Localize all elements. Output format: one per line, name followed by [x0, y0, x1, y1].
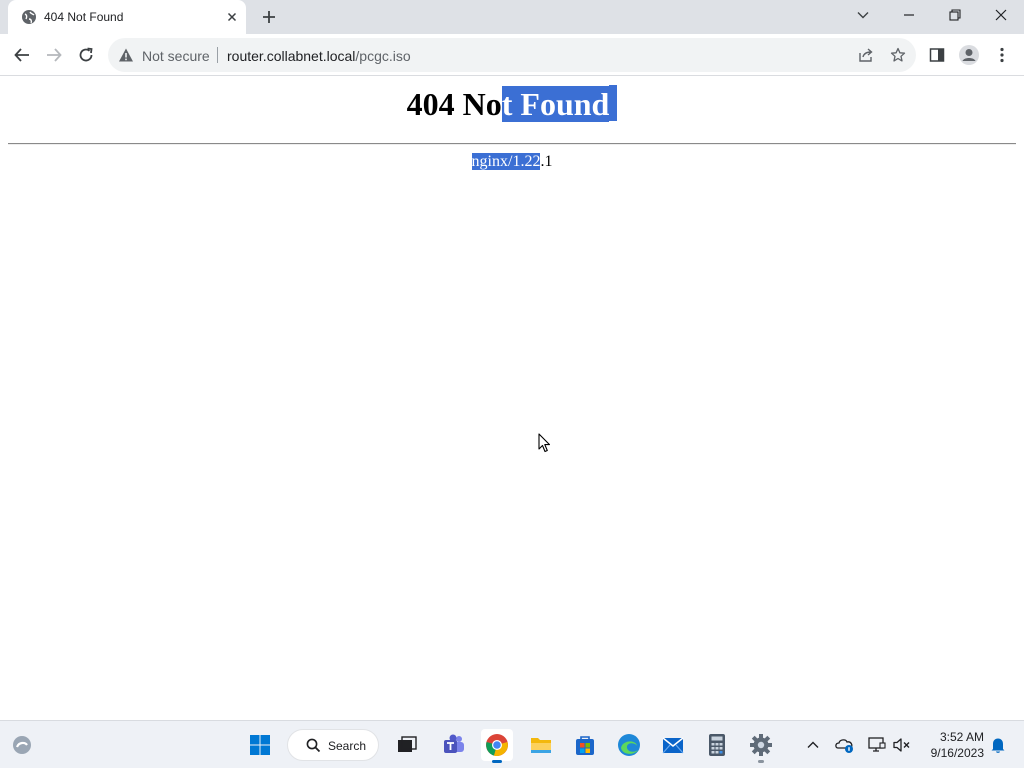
heading-selected-text: t Found	[501, 86, 610, 122]
taskbar-search[interactable]: Search	[287, 729, 379, 761]
clock-date: 9/16/2023	[930, 746, 984, 760]
address-bar[interactable]: Not secure router.collabnet.local/pcgc.i…	[108, 38, 916, 72]
mail-icon[interactable]	[657, 729, 689, 761]
restore-button[interactable]	[932, 0, 978, 30]
settings-gear-icon[interactable]	[745, 729, 777, 763]
menu-kebab-icon[interactable]	[989, 42, 1015, 68]
active-app-indicator	[492, 760, 502, 763]
server-text: .1	[540, 153, 553, 170]
tab-search-button[interactable]	[840, 0, 886, 30]
url-text[interactable]: router.collabnet.local/pcgc.iso	[227, 48, 411, 64]
search-label: Search	[328, 739, 367, 753]
windows-taskbar: Search 3:52 AM 9/16/2023	[0, 720, 1024, 768]
page-heading: 404 Not Found	[0, 85, 1024, 123]
server-signature: nginx/1.22.1	[0, 152, 1024, 171]
tab-strip: 404 Not Found	[0, 0, 1024, 34]
omnibox-divider	[217, 47, 218, 63]
back-button[interactable]	[6, 39, 38, 71]
warning-icon[interactable]	[118, 47, 134, 63]
edge-icon[interactable]	[613, 729, 645, 761]
bookmark-star-icon[interactable]	[887, 44, 909, 66]
show-hidden-icons-chevron-icon[interactable]	[801, 733, 825, 757]
file-explorer-icon[interactable]	[525, 729, 557, 761]
heading-text: 404 No	[406, 86, 502, 122]
browser-tab[interactable]: 404 Not Found	[8, 0, 246, 34]
url-host: router.collabnet.local	[227, 48, 356, 64]
onedrive-status-icon[interactable]	[833, 733, 857, 757]
close-window-button[interactable]	[978, 0, 1024, 30]
search-icon	[306, 738, 321, 758]
volume-muted-icon[interactable]	[890, 733, 914, 757]
forward-button[interactable]	[38, 39, 70, 71]
horizontal-rule	[8, 143, 1016, 145]
profile-avatar-icon[interactable]	[956, 42, 982, 68]
calculator-icon[interactable]	[701, 729, 733, 761]
reload-button[interactable]	[70, 39, 102, 71]
tab-title: 404 Not Found	[44, 10, 124, 24]
notification-bell-icon[interactable]	[986, 733, 1010, 757]
selection-highlight	[609, 85, 618, 121]
microsoft-store-icon[interactable]	[569, 729, 601, 761]
security-label[interactable]: Not secure	[142, 48, 210, 64]
task-view-icon[interactable]	[391, 729, 423, 761]
url-path: /pcgc.iso	[355, 48, 411, 64]
server-selected-text: nginx/1.22	[471, 153, 541, 170]
mouse-pointer-icon	[538, 433, 552, 453]
clock-time: 3:52 AM	[939, 730, 984, 744]
side-panel-icon[interactable]	[924, 42, 950, 68]
start-button[interactable]	[244, 729, 276, 761]
system-clock[interactable]: 3:52 AM 9/16/2023	[918, 729, 984, 761]
share-icon[interactable]	[855, 44, 877, 66]
running-app-indicator	[758, 760, 764, 763]
new-tab-button[interactable]	[257, 5, 281, 29]
globe-icon	[21, 9, 37, 25]
minimize-button[interactable]	[886, 0, 932, 30]
teams-icon[interactable]	[438, 729, 470, 761]
chrome-icon[interactable]	[481, 729, 513, 763]
browser-toolbar: Not secure router.collabnet.local/pcgc.i…	[0, 34, 1024, 76]
close-tab-icon[interactable]	[224, 9, 240, 25]
widgets-weather-icon[interactable]	[10, 733, 34, 757]
network-icon[interactable]	[865, 733, 889, 757]
page-content: 404 Not Found nginx/1.22.1	[0, 77, 1024, 720]
